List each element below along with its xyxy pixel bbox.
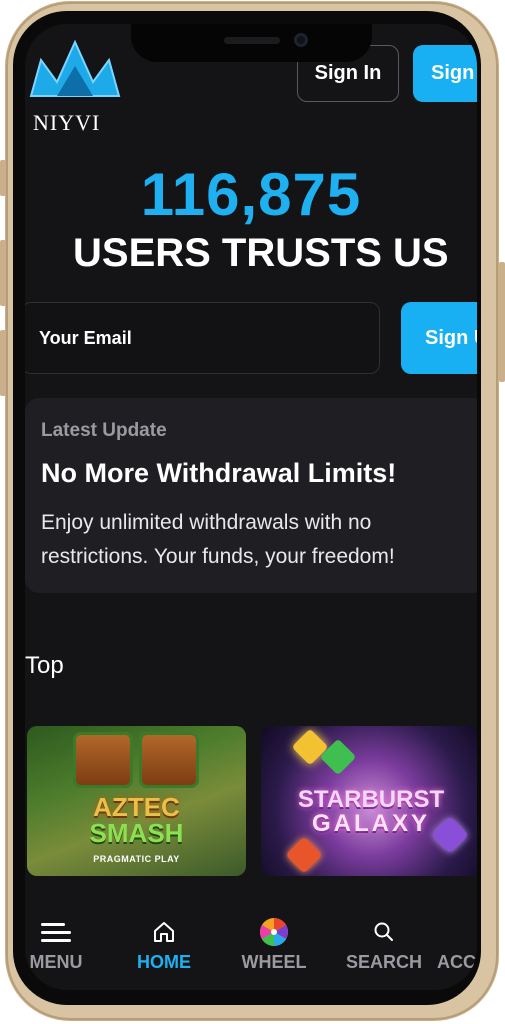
update-body: Enjoy unlimited withdrawals with no rest… [41, 511, 395, 568]
brand-name: NIYVI [33, 110, 101, 135]
email-input[interactable]: Your Email [25, 302, 380, 374]
nav-item-home[interactable]: HOME [119, 900, 209, 990]
nav-item-search[interactable]: SEARCH [339, 900, 429, 990]
email-sign-up-button[interactable]: Sign Up [401, 302, 477, 374]
home-icon [119, 918, 209, 946]
phone-side-button [0, 160, 6, 196]
update-kicker: Latest Update [41, 420, 167, 441]
game-provider: PRAGMATIC PLAY [93, 854, 180, 864]
nav-item-menu[interactable]: MENU [25, 900, 101, 990]
section-title: Top [25, 652, 64, 679]
trust-tagline: USERS TRUSTS US [73, 231, 449, 275]
brand-logo[interactable]: NIYVI [27, 38, 123, 135]
menu-icon [25, 918, 101, 946]
nav-label: MENU [29, 952, 83, 972]
phone-notch [131, 24, 372, 62]
totem-art [139, 732, 199, 788]
game-title-line2: GALAXY [311, 810, 430, 837]
nav-label: ACCOUNT [437, 952, 477, 972]
nav-label: WHEEL [241, 952, 307, 972]
account-icon [425, 918, 477, 946]
nav-item-account[interactable]: ACCOUNT [425, 900, 477, 990]
totem-art [73, 732, 133, 788]
gem-icon [285, 836, 323, 874]
speaker-grille [224, 37, 280, 44]
game-title: STARBURST GALAXY [261, 788, 477, 836]
game-title-line1: STARBURST [297, 786, 445, 813]
app-screen: NIYVI Sign In Sign Up 116,875 USERS TRUS… [25, 24, 477, 990]
search-icon [339, 918, 429, 946]
game-card-starburst-galaxy[interactable]: STARBURST GALAXY [261, 726, 477, 876]
sign-up-button[interactable]: Sign Up [413, 45, 477, 102]
crown-icon [29, 39, 121, 97]
game-title-line1: AZTEC [93, 792, 180, 822]
phone-power-button [499, 262, 505, 382]
game-title-line2: SMASH [89, 818, 184, 848]
nav-label: HOME [137, 952, 191, 972]
game-card-aztec-smash[interactable]: AZTEC SMASH PRAGMATIC PLAY [27, 726, 246, 876]
nav-item-wheel[interactable]: WHEEL [229, 900, 319, 990]
nav-label: SEARCH [345, 952, 422, 972]
game-title: AZTEC SMASH [27, 794, 246, 846]
bottom-nav: MENU HOME WHEEL SEARCH ACC [25, 900, 477, 990]
user-count: 116,875 [140, 161, 362, 228]
phone-volume-up [0, 240, 6, 306]
update-title: No More Withdrawal Limits! [41, 458, 397, 488]
camera-icon [294, 33, 308, 47]
phone-volume-down [0, 330, 6, 396]
latest-update-card: Latest Update No More Withdrawal Limits!… [25, 398, 477, 593]
wheel-icon [229, 918, 319, 946]
